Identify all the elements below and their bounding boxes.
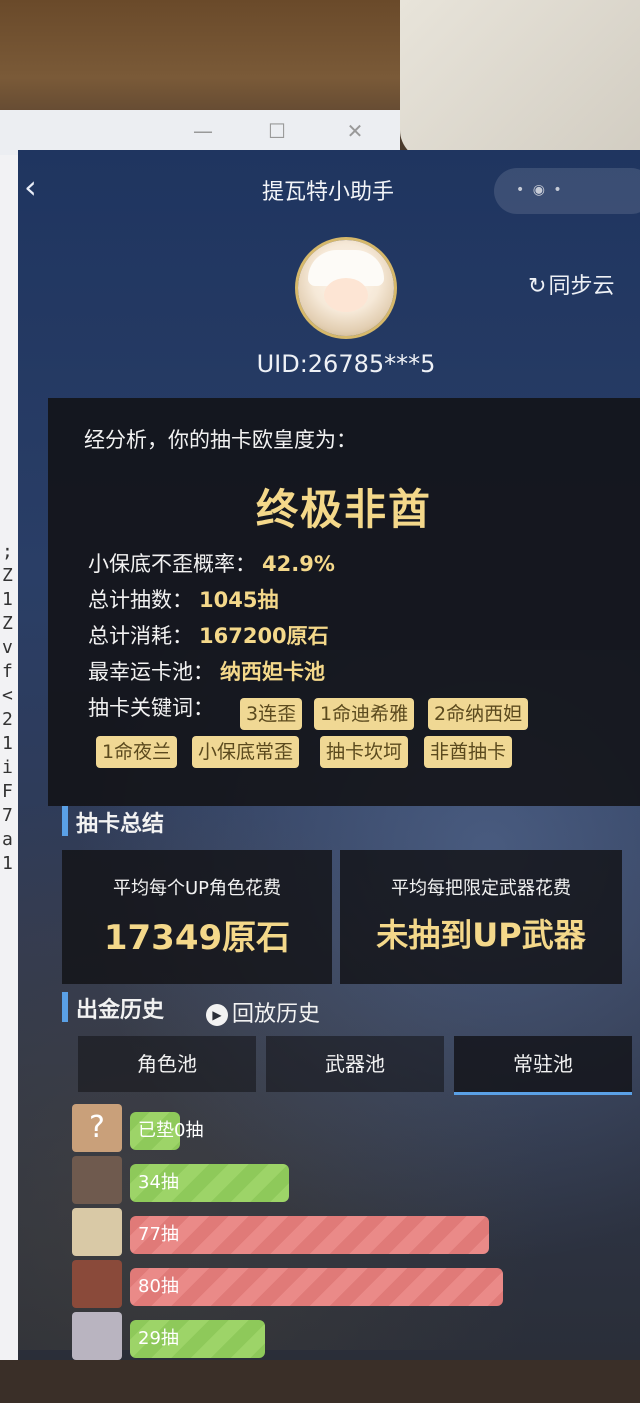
pool-tabs: 角色池 武器池 常驻池 (78, 1036, 638, 1096)
pull-history-list: ? 已垫0抽 34抽 77抽 80抽 29抽 (68, 1104, 640, 1364)
stat-row: 总计抽数： 1045抽 (88, 584, 278, 614)
avatar[interactable] (298, 240, 394, 336)
keyword-tag: 1命夜兰 (96, 736, 178, 768)
avg-weapon-card: 平均每把限定武器花费 未抽到UP武器 (340, 850, 622, 984)
history-title: 出金历史 (76, 998, 165, 1023)
history-row[interactable]: 77抽 (68, 1208, 640, 1256)
tab-character-pool[interactable]: 角色池 (78, 1036, 256, 1092)
summary-section: 平均每个UP角色花费 17349原石 平均每把限定武器花费 未抽到UP武器 (62, 850, 640, 990)
background-wall (400, 0, 640, 160)
side-window-text: ;Z1Zvf<21iF7a1 (2, 541, 13, 874)
close-icon[interactable]: ✕ (342, 118, 368, 144)
keyword-tag: 非酋抽卡 (424, 736, 513, 768)
history-row[interactable]: 29抽 (68, 1312, 640, 1360)
pull-count-bar: 29抽 (130, 1320, 265, 1358)
chevron-left-icon[interactable]: ‹ (24, 171, 54, 203)
pull-count-label: 已垫0抽 (138, 1120, 204, 1141)
stat-row: 总计消耗： 167200原石 (88, 620, 329, 650)
analysis-verdict: 终极非酋 (255, 485, 432, 534)
keyword-tag: 1命迪希雅 (314, 698, 415, 730)
stat-row: 小保底不歪概率： 42.9% (88, 548, 335, 578)
keyword-tag: 2命纳西妲 (428, 698, 529, 730)
avg-weapon-label: 平均每把限定武器花费 (391, 878, 571, 899)
avg-character-label: 平均每个UP角色花费 (112, 878, 282, 899)
section-accent (62, 992, 68, 1022)
character-avatar (72, 1156, 122, 1204)
keyword-tag: 3连歪 (240, 698, 303, 730)
tab-weapon-pool[interactable]: 武器池 (266, 1036, 444, 1092)
pull-count-label: 80抽 (138, 1276, 179, 1297)
avg-character-value: 17349原石 (103, 918, 291, 958)
keyword-tag: 抽卡坎坷 (320, 736, 409, 768)
stat-label: 最幸运卡池： (88, 660, 214, 684)
play-icon: ▶ (206, 1004, 228, 1026)
history-row[interactable]: 80抽 (68, 1260, 640, 1308)
history-row[interactable]: ? 已垫0抽 (68, 1104, 640, 1152)
pull-count-label: 29抽 (138, 1328, 179, 1349)
avg-weapon-value: 未抽到UP武器 (376, 916, 586, 954)
avatar-face (324, 278, 368, 312)
avg-character-card: 平均每个UP角色花费 17349原石 (62, 850, 332, 984)
more-icon[interactable]: • ◉ • (516, 182, 564, 198)
character-avatar (72, 1312, 122, 1360)
pull-count-label: 77抽 (138, 1224, 179, 1245)
keyword-tag: 小保底常歪 (192, 736, 300, 768)
app-window: ‹ 提瓦特小助手 • ◉ • UID:26785***5 ↻同步云 经分析，你的… (18, 150, 640, 1365)
background-desk-bottom (0, 1360, 640, 1403)
analysis-intro: 经分析，你的抽卡欧皇度为： (84, 428, 357, 452)
section-accent (62, 806, 68, 836)
sync-label: 同步云 (548, 274, 615, 299)
page-title: 提瓦特小助手 (261, 180, 394, 205)
pull-count-bar: 80抽 (130, 1268, 503, 1306)
history-row[interactable]: 34抽 (68, 1156, 640, 1204)
app-header: ‹ 提瓦特小助手 • ◉ • (18, 150, 640, 230)
stat-value: 纳西妲卡池 (220, 660, 325, 684)
mini-program-capsule[interactable]: • ◉ • (494, 168, 640, 214)
stat-row: 最幸运卡池： 纳西妲卡池 (88, 656, 325, 686)
question-icon: ? (72, 1104, 122, 1152)
analysis-card: 经分析，你的抽卡欧皇度为： 终极非酋 小保底不歪概率： 42.9% 总计抽数： 10… (48, 398, 640, 806)
replay-button[interactable]: ▶ 回放历史 (206, 996, 320, 1028)
keywords-label: 抽卡关键词： (88, 696, 214, 720)
pull-count-bar: 77抽 (130, 1216, 489, 1254)
minimize-icon[interactable]: — (190, 118, 216, 144)
tab-standard-pool[interactable]: 常驻池 (454, 1036, 632, 1095)
stat-label: 小保底不歪概率： (88, 552, 256, 576)
stat-value: 167200原石 (199, 624, 329, 648)
character-avatar (72, 1260, 122, 1308)
stat-value: 1045抽 (199, 588, 279, 612)
pull-count-bar: 34抽 (130, 1164, 289, 1202)
refresh-icon: ↻ (528, 274, 547, 299)
stat-label: 总计抽数： (88, 588, 193, 612)
stat-value: 42.9% (262, 552, 335, 576)
pull-count-label: 34抽 (138, 1172, 179, 1193)
character-avatar (72, 1208, 122, 1256)
pull-count-bar: 已垫0抽 (130, 1112, 203, 1150)
maximize-icon[interactable]: ☐ (264, 118, 290, 144)
stat-label: 总计消耗： (88, 624, 193, 648)
summary-title: 抽卡总结 (76, 812, 165, 837)
uid-label: UID:26785***5 (256, 350, 436, 378)
replay-label: 回放历史 (232, 1002, 321, 1027)
sync-button[interactable]: ↻同步云 (528, 268, 614, 300)
